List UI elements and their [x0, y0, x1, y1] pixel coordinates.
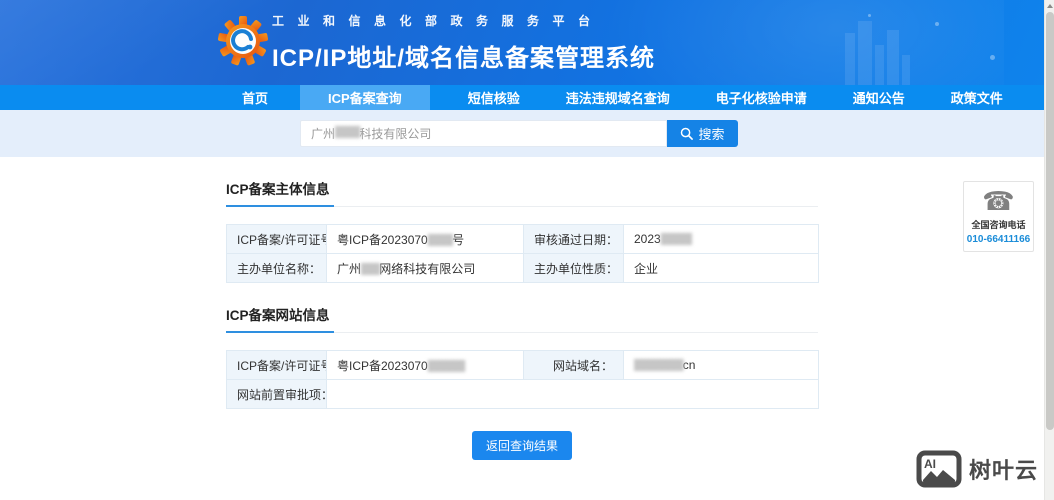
field-label-org-nature: 主办单位性质： [523, 253, 624, 283]
hotline-number[interactable]: 010-66411166 [967, 234, 1030, 245]
date-redacted: █████ [660, 234, 692, 245]
domain-redacted: ████████ [634, 360, 684, 371]
subject-info-table: ICP备案/许可证号： 粤ICP备2023070████号 审核通过日期： 20… [226, 224, 819, 283]
hotline-label: 全国咨询电话 [971, 220, 1026, 230]
org-prefix: 广州 [337, 261, 362, 276]
vertical-scrollbar[interactable] [1044, 0, 1054, 500]
field-label-site-license: ICP备案/许可证号： [226, 350, 327, 380]
ai-image-icon: AI [916, 450, 962, 488]
nav-item-home[interactable]: 首页 [228, 85, 282, 110]
website-section-header: ICP备案网站信息 [226, 304, 818, 333]
main-content: ICP备案主体信息 ICP备案/许可证号： 粤ICP备2023070████号 … [0, 157, 1044, 500]
field-value-org-name: 广州███网络科技有限公司 [326, 253, 524, 283]
city-silhouette [887, 30, 899, 85]
license-redacted: ████ [427, 234, 453, 246]
table-row: ICP备案/许可证号： 粤ICP备2023070████号 审核通过日期： 20… [226, 224, 819, 254]
subject-section-header: ICP备案主体信息 [226, 178, 818, 207]
city-silhouette [858, 21, 872, 85]
miit-gear-logo-icon [218, 16, 268, 66]
city-silhouette [875, 45, 884, 85]
decor-dot [990, 55, 995, 60]
city-silhouette [845, 33, 855, 85]
search-icon [681, 127, 694, 140]
org-redacted: ███ [361, 263, 380, 275]
city-silhouette [902, 55, 910, 85]
search-query-prefix: 广州 [311, 127, 336, 141]
nav-item-icp-query[interactable]: ICP备案查询 [300, 85, 430, 110]
field-label-org-name: 主办单位名称： [226, 253, 327, 283]
domain-suffix: cn [682, 358, 696, 372]
search-input[interactable]: 广州 ████ 科技有限公司 [300, 120, 667, 147]
field-value-site-license: 粤ICP备2023070██████ [326, 350, 524, 380]
field-value-pre-approval [326, 379, 819, 409]
main-navigation: 首页 ICP备案查询 短信核验 违法违规域名查询 电子化核验申请 通知公告 政策… [0, 85, 1044, 110]
scrollbar-up-arrow-icon[interactable] [1047, 4, 1053, 8]
watermark-brand: AI 树叶云 [916, 450, 1038, 488]
org-suffix: 网络科技有限公司 [379, 261, 476, 276]
national-hotline-panel: ☎ 全国咨询电话 010-66411166 [963, 181, 1034, 252]
platform-title: 工业和信息化部政务服务平台 [272, 14, 604, 28]
field-value-license: 粤ICP备2023070████号 [326, 224, 524, 254]
table-row: 网站前置审批项： [226, 379, 819, 409]
date-prefix: 2023 [634, 232, 661, 246]
field-value-org-nature: 企业 [623, 253, 819, 283]
header-banner: 工业和信息化部政务服务平台 ICP/IP地址/域名信息备案管理系统 [0, 0, 1044, 85]
search-button-label: 搜索 [698, 127, 725, 142]
field-value-approval-date: 2023█████ [623, 224, 819, 254]
license-prefix: 粤ICP备2023070 [337, 232, 428, 247]
website-info-table: ICP备案/许可证号： 粤ICP备2023070██████ 网站域名： ███… [226, 350, 819, 409]
nav-item-sms-verify[interactable]: 短信核验 [454, 85, 534, 110]
watermark-text: 树叶云 [968, 458, 1038, 483]
nav-item-illegal-domain-query[interactable]: 违法违规域名查询 [552, 85, 684, 110]
search-band: 广州 ████ 科技有限公司 搜索 [0, 110, 1044, 157]
subject-section-title: ICP备案主体信息 [226, 178, 334, 207]
site-license-redacted: ██████ [427, 360, 466, 372]
search-query-suffix: 科技有限公司 [359, 127, 432, 141]
nav-item-policies[interactable]: 政策文件 [937, 85, 1017, 110]
decor-dot [935, 22, 939, 26]
nav-item-notices[interactable]: 通知公告 [839, 85, 919, 110]
field-value-domain: ████████cn [623, 350, 819, 380]
field-label-approval-date: 审核通过日期： [523, 224, 624, 254]
website-section-title: ICP备案网站信息 [226, 304, 334, 333]
search-button[interactable]: 搜索 [667, 120, 738, 147]
license-suffix: 号 [452, 232, 465, 247]
search-query-redacted: ████ [335, 127, 360, 138]
system-title: ICP/IP地址/域名信息备案管理系统 [272, 45, 656, 72]
table-row: 主办单位名称： 广州███网络科技有限公司 主办单位性质： 企业 [226, 253, 819, 283]
site-license-prefix: 粤ICP备2023070 [337, 358, 428, 373]
table-row: ICP备案/许可证号： 粤ICP备2023070██████ 网站域名： ███… [226, 350, 819, 380]
field-label-pre-approval: 网站前置审批项： [226, 379, 327, 409]
nav-item-e-verify-apply[interactable]: 电子化核验申请 [702, 85, 821, 110]
scrollbar-thumb[interactable] [1046, 12, 1054, 430]
field-label-domain: 网站域名： [523, 350, 624, 380]
back-to-results-button[interactable]: 返回查询结果 [471, 431, 572, 460]
decor-dot [868, 14, 871, 17]
telephone-icon: ☎ [982, 186, 1015, 216]
field-label-license: ICP备案/许可证号： [226, 224, 327, 254]
svg-text:AI: AI [924, 457, 936, 471]
